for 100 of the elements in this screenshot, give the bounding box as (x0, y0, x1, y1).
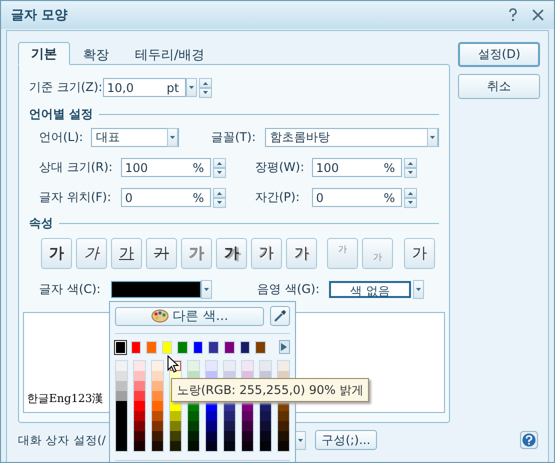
color-swatch[interactable] (206, 401, 217, 411)
spin-down-button[interactable] (199, 88, 212, 98)
color-swatch[interactable] (278, 421, 289, 431)
color-swatch[interactable] (206, 361, 217, 371)
spin-up-button[interactable] (199, 78, 212, 88)
color-swatch[interactable] (242, 401, 253, 411)
tab[interactable]: 확장 (70, 44, 122, 65)
dropdown-arrow-button[interactable] (413, 280, 424, 299)
expand-button[interactable] (278, 340, 290, 354)
style-button[interactable]: 가 (251, 238, 282, 269)
style-button[interactable]: 가 (404, 238, 435, 269)
color-swatch[interactable] (278, 401, 289, 411)
color-swatch[interactable] (224, 441, 235, 451)
color-swatch[interactable] (206, 421, 217, 431)
config-button[interactable]: 구성(;)... (315, 430, 377, 450)
color-swatch[interactable] (188, 361, 199, 371)
color-swatch[interactable] (206, 431, 217, 441)
number-field[interactable]: 100 % (312, 158, 402, 177)
color-swatch[interactable] (152, 411, 163, 421)
eyedropper-button[interactable] (270, 306, 290, 326)
color-swatch[interactable] (116, 401, 127, 411)
color-swatch[interactable] (134, 401, 145, 411)
help-icon[interactable] (520, 431, 538, 449)
color-swatch[interactable] (134, 391, 145, 401)
dropdown-arrow-button[interactable] (427, 128, 438, 147)
spin-down-button[interactable] (213, 198, 226, 208)
color-swatch[interactable] (152, 381, 163, 391)
dropdown-arrow-button[interactable] (201, 280, 212, 299)
color-swatch[interactable] (188, 411, 199, 421)
tab[interactable]: 테두리/배경 (122, 44, 218, 65)
color-swatch[interactable] (111, 281, 201, 298)
spin-up-button[interactable] (213, 188, 226, 198)
color-swatch[interactable] (170, 421, 181, 431)
color-swatch[interactable] (134, 361, 145, 371)
color-dropdown[interactable]: 색 없음 (329, 281, 411, 298)
color-swatch[interactable] (278, 431, 289, 441)
dialog-button[interactable]: 설정(D) (458, 42, 540, 67)
style-button[interactable]: 가 (111, 238, 142, 269)
more-colors-button[interactable]: 다른 색... (115, 306, 264, 326)
color-swatch[interactable] (206, 441, 217, 451)
color-swatch[interactable] (116, 391, 127, 401)
spin-up-button[interactable] (404, 158, 417, 168)
color-swatch[interactable] (224, 361, 235, 371)
style-button[interactable]: 가 (76, 238, 107, 269)
color-swatch[interactable] (224, 431, 235, 441)
color-swatch[interactable] (134, 421, 145, 431)
color-swatch[interactable] (242, 421, 253, 431)
style-button[interactable]: 가 (216, 238, 247, 269)
spin-down-button[interactable] (404, 198, 417, 208)
color-swatch[interactable] (170, 431, 181, 441)
color-swatch[interactable] (188, 421, 199, 431)
color-swatch[interactable] (152, 371, 163, 381)
style-button[interactable]: 가 (41, 238, 72, 269)
color-swatch[interactable] (206, 411, 217, 421)
color-swatch[interactable] (188, 431, 199, 441)
color-swatch[interactable] (152, 441, 163, 451)
color-swatch[interactable] (152, 361, 163, 371)
dialog-button[interactable]: 취소 (458, 74, 540, 99)
color-swatch[interactable] (242, 441, 253, 451)
tab[interactable]: 기본 (18, 42, 70, 65)
style-button[interactable]: 가 (286, 238, 317, 269)
color-swatch[interactable] (134, 441, 145, 451)
color-swatch[interactable] (134, 431, 145, 441)
spin-up-button[interactable] (404, 188, 417, 198)
dropdown[interactable]: 대표 (91, 128, 179, 147)
number-field[interactable]: 100 % (121, 158, 211, 177)
color-swatch[interactable] (278, 361, 289, 371)
color-swatch[interactable] (170, 401, 181, 411)
number-field[interactable]: 0 % (121, 188, 211, 207)
color-swatch[interactable] (260, 401, 271, 411)
color-swatch[interactable] (278, 411, 289, 421)
color-swatch[interactable] (242, 411, 253, 421)
color-swatch[interactable] (260, 411, 271, 421)
color-swatch[interactable] (188, 401, 199, 411)
color-swatch[interactable] (170, 411, 181, 421)
dropdown-arrow-button[interactable] (295, 430, 306, 450)
color-swatch[interactable] (260, 431, 271, 441)
color-swatch[interactable] (188, 441, 199, 451)
color-swatch[interactable] (134, 381, 145, 391)
color-swatch[interactable] (242, 361, 253, 371)
color-swatch[interactable] (260, 361, 271, 371)
color-swatch[interactable] (116, 441, 127, 451)
dropdown-arrow-button[interactable] (186, 78, 197, 97)
color-swatch[interactable] (116, 371, 127, 381)
number-field[interactable]: 10,0 pt (103, 78, 186, 97)
color-swatch[interactable] (134, 411, 145, 421)
color-swatch[interactable] (224, 411, 235, 421)
color-swatch[interactable] (170, 441, 181, 451)
number-field[interactable]: 0 % (312, 188, 402, 207)
color-swatch[interactable] (242, 431, 253, 441)
style-button[interactable]: 가 (146, 238, 177, 269)
spin-down-button[interactable] (213, 168, 226, 178)
color-swatch[interactable] (152, 431, 163, 441)
color-swatch[interactable] (152, 401, 163, 411)
color-swatch[interactable] (134, 371, 145, 381)
dropdown[interactable]: 함초롬바탕 (265, 128, 439, 147)
close-icon[interactable] (532, 9, 544, 21)
color-swatch[interactable] (260, 421, 271, 431)
color-swatch[interactable] (224, 421, 235, 431)
color-swatch[interactable] (152, 391, 163, 401)
